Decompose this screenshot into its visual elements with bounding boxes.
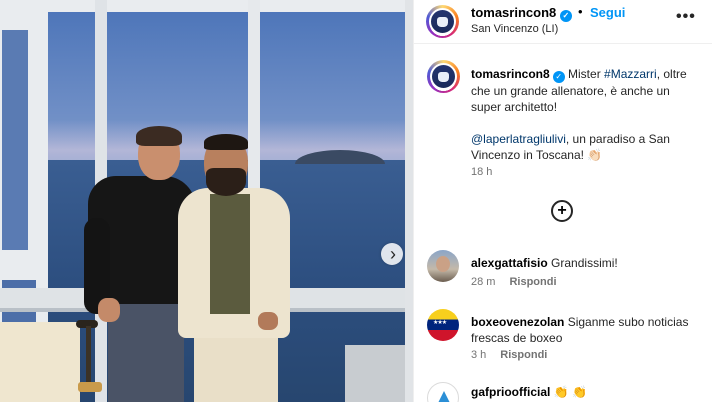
comment-text: Grandissimi! (551, 256, 618, 270)
person-right-hair (204, 134, 248, 150)
chair (345, 345, 410, 402)
more-options-icon[interactable]: ••• (676, 8, 696, 26)
commenter-username[interactable]: gafprioofficial (471, 385, 550, 399)
window-frame-right (405, 0, 413, 402)
caption-author-avatar[interactable] (427, 60, 460, 93)
reply-button[interactable]: Rispondi (509, 276, 556, 288)
verified-badge-icon: ✓ (559, 10, 572, 22)
window-glass-left (2, 30, 28, 250)
side-table (0, 322, 80, 402)
comment-timestamp[interactable]: 28 m (471, 276, 495, 288)
post-header: tomasrincon8 ✓ • Segui San Vincenzo (LI)… (414, 0, 712, 44)
author-username[interactable]: tomasrincon8 (471, 5, 556, 20)
person-left-hair (136, 126, 182, 146)
comment-timestamp[interactable]: 3 h (471, 349, 486, 361)
follow-button[interactable]: Segui (590, 5, 625, 20)
person-right-trousers (194, 332, 278, 402)
comment-body: alexgattafisio Grandissimi! (471, 255, 701, 271)
author-username-row[interactable]: tomasrincon8 ✓ (471, 5, 572, 22)
commenter-avatar[interactable] (427, 309, 459, 341)
chevron-right-icon: › (390, 244, 396, 264)
load-more-comments-button[interactable]: + (551, 200, 573, 222)
post-sidebar: tomasrincon8 ✓ • Segui San Vincenzo (LI)… (413, 0, 712, 402)
person-right-beard (206, 168, 246, 196)
author-avatar[interactable] (426, 5, 459, 38)
caption-timestamp[interactable]: 18 h (471, 166, 492, 178)
carousel-next-button[interactable]: › (381, 243, 403, 265)
person-right-shirt (210, 194, 250, 314)
reply-button[interactable]: Rispondi (500, 349, 547, 361)
commenter-username[interactable]: alexgattafisio (471, 256, 548, 270)
caption-text: tomasrincon8 ✓ Mister #Mazzarri, oltre ch… (471, 66, 691, 163)
caption-text-a: Mister (564, 67, 605, 81)
comment-meta: 3 h Rispondi (471, 349, 547, 361)
location-link[interactable]: San Vincenzo (LI) (471, 23, 558, 35)
separator-dot: • (578, 4, 583, 19)
person-left (84, 126, 196, 402)
person-right-hand (258, 312, 278, 330)
plus-circle-icon: + (557, 202, 567, 219)
commenter-avatar[interactable] (427, 250, 459, 282)
person-right (178, 134, 298, 402)
comment-meta: 28 m Rispondi (471, 276, 557, 288)
caption-author-avatar-image (430, 63, 457, 90)
comment-body: gafprioofficial 👏 👏 (471, 384, 701, 400)
comment-item: alexgattafisio Grandissimi! 28 m Rispondi (427, 250, 707, 294)
comment-text: 👏 👏 (553, 385, 587, 399)
hashtag-link[interactable]: #Mazzarri (604, 67, 657, 81)
caption-username[interactable]: tomasrincon8 (471, 67, 550, 81)
person-left-hand (98, 298, 120, 322)
post-photo[interactable]: › (0, 0, 413, 402)
comment-item: gafprioofficial 👏 👏 (427, 382, 707, 402)
commenter-avatar[interactable] (427, 382, 459, 402)
comment-item: boxeovenezolan Siganme subo noticias fre… (427, 309, 707, 369)
mention-link[interactable]: @laperlatragliulivi (471, 132, 566, 146)
comment-body: boxeovenezolan Siganme subo noticias fre… (471, 314, 701, 346)
instagram-post-window: › tomasrincon8 ✓ • Segui San Vincenzo (L… (0, 0, 712, 402)
verified-badge-icon: ✓ (552, 71, 565, 83)
author-avatar-image (429, 8, 456, 35)
commenter-username[interactable]: boxeovenezolan (471, 315, 564, 329)
